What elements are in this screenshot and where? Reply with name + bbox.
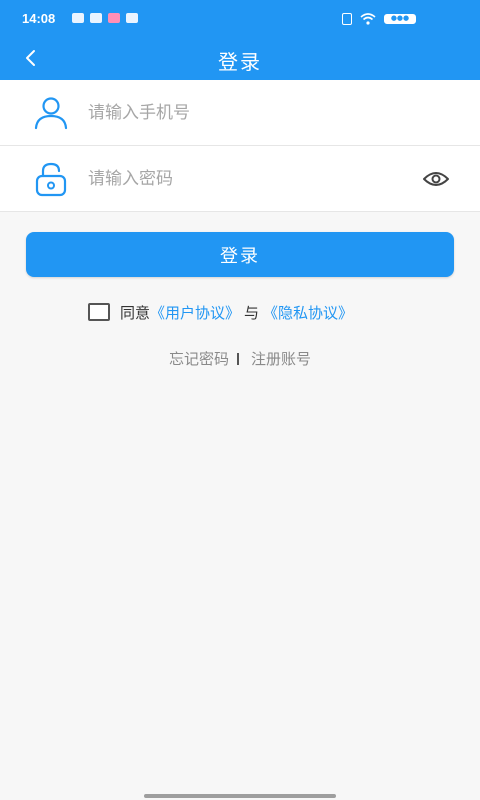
system-icons: ●●● xyxy=(342,13,416,25)
register-link[interactable]: 注册账号 xyxy=(251,350,311,368)
toggle-password-visibility[interactable] xyxy=(422,168,450,190)
app-header: 登录 xyxy=(0,36,480,80)
battery-icon: ●●● xyxy=(384,14,416,24)
notification-icon xyxy=(108,13,120,23)
phone-row xyxy=(0,80,480,146)
notification-icon xyxy=(126,13,138,23)
agreement-row: 同意 《用户协议》 与 《隐私协议》 xyxy=(88,300,353,324)
agree-checkbox[interactable] xyxy=(88,303,110,321)
notification-icon xyxy=(72,13,84,23)
lock-icon xyxy=(35,162,67,197)
page-title: 登录 xyxy=(218,50,262,74)
sim-icon xyxy=(342,13,352,25)
password-row xyxy=(0,146,480,212)
link-divider xyxy=(237,353,239,365)
status-time: 14:08 xyxy=(22,11,56,26)
password-input[interactable] xyxy=(88,164,388,194)
home-indicator[interactable] xyxy=(144,794,336,798)
forgot-password-link[interactable]: 忘记密码 xyxy=(169,350,229,368)
status-bar: 14:08 ●●● xyxy=(0,0,480,36)
bottom-links: 忘记密码 注册账号 xyxy=(0,348,480,369)
eye-icon xyxy=(423,172,449,186)
wifi-icon xyxy=(360,13,376,25)
user-icon xyxy=(34,97,68,130)
login-form xyxy=(0,80,480,212)
user-agreement-link[interactable]: 《用户协议》 xyxy=(150,302,240,323)
agreement-conjunction: 与 xyxy=(244,303,260,322)
notification-icons xyxy=(72,13,138,23)
login-button[interactable]: 登录 xyxy=(26,232,454,277)
phone-input[interactable] xyxy=(88,98,388,128)
notification-icon xyxy=(90,13,102,23)
agree-prefix: 同意 xyxy=(120,303,151,322)
privacy-agreement-link[interactable]: 《隐私协议》 xyxy=(263,302,353,323)
